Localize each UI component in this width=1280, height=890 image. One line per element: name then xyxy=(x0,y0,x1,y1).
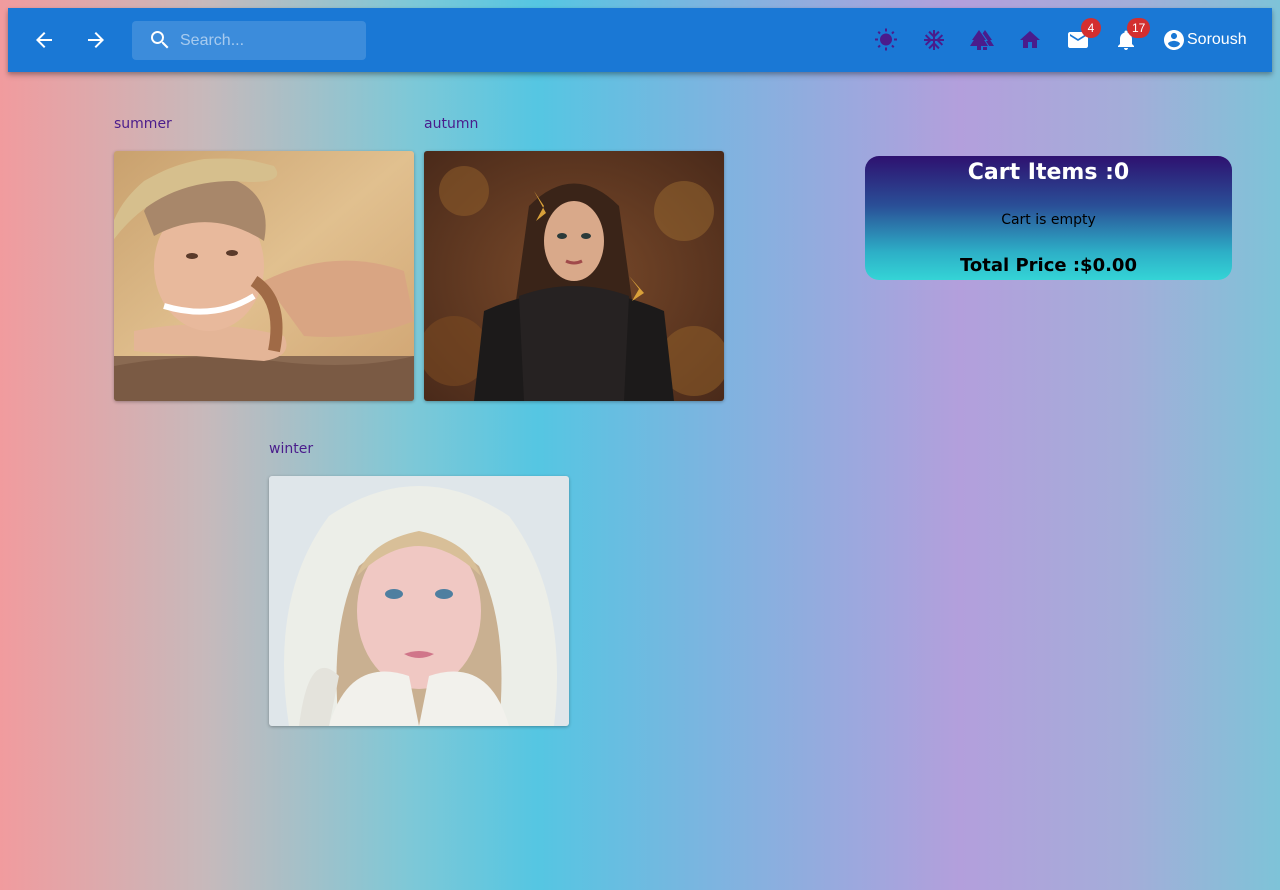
cart-empty-message: Cart is empty xyxy=(1001,212,1096,228)
summer-button[interactable] xyxy=(870,24,902,56)
summer-image[interactable] xyxy=(114,151,414,401)
notifications-badge: 17 xyxy=(1127,18,1151,38)
summer-photo xyxy=(114,151,414,401)
home-button[interactable] xyxy=(1014,24,1046,56)
cart-panel: Cart Items :0 Cart is empty Total Price … xyxy=(865,156,1232,280)
card-label-winter: winter xyxy=(269,441,314,457)
arrow-left-icon xyxy=(36,32,52,48)
trees-icon xyxy=(970,30,994,50)
user-name: Soroush xyxy=(1187,31,1247,48)
home-icon xyxy=(1020,31,1040,48)
account-circle-icon xyxy=(1164,30,1184,50)
winter-image[interactable] xyxy=(269,476,569,726)
back-button[interactable] xyxy=(28,24,60,56)
card-label-autumn: autumn xyxy=(424,116,479,132)
cart-title: Cart Items :0 xyxy=(967,160,1130,185)
forward-button[interactable] xyxy=(80,24,112,56)
autumn-photo xyxy=(424,151,724,401)
mail-button[interactable]: 4 xyxy=(1062,18,1101,56)
winter-photo xyxy=(269,476,569,726)
user-menu[interactable]: Soroush xyxy=(1162,24,1247,56)
winter-button[interactable] xyxy=(918,24,950,56)
search-input[interactable] xyxy=(180,21,360,60)
snowflake-icon xyxy=(924,30,944,50)
cart-total-price: Total Price :$0.00 xyxy=(960,255,1137,276)
sun-icon xyxy=(875,28,897,51)
notifications-button[interactable]: 17 xyxy=(1110,18,1151,56)
search-box xyxy=(132,21,366,60)
card-label-summer: summer xyxy=(114,116,172,132)
mail-badge: 4 xyxy=(1081,18,1101,38)
autumn-button[interactable] xyxy=(966,24,998,56)
arrow-right-icon xyxy=(88,32,104,48)
autumn-image[interactable] xyxy=(424,151,724,401)
app-bar: 4 17 Soroush xyxy=(8,8,1272,72)
search-icon xyxy=(151,31,169,49)
